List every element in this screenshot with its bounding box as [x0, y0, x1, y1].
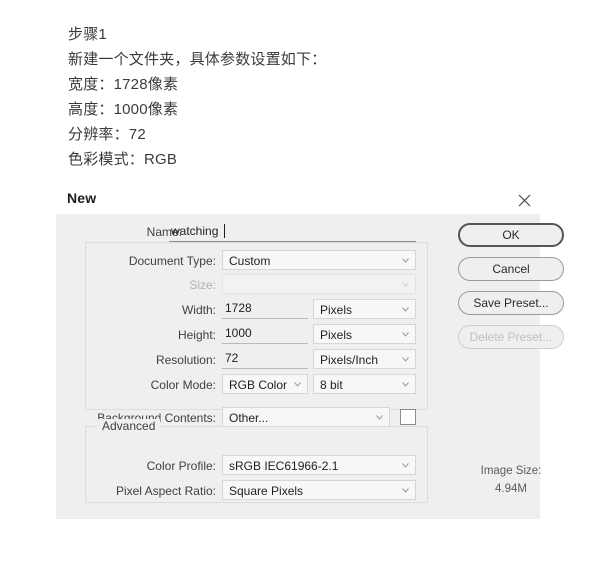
dialog-titlebar: New	[56, 186, 540, 214]
width-value: 1728	[225, 301, 252, 315]
width-label: Width:	[181, 303, 216, 317]
ok-button[interactable]: OK	[458, 223, 564, 247]
pixel-aspect-ratio-select[interactable]: Square Pixels	[222, 480, 416, 500]
chevron-down-icon	[294, 382, 301, 387]
chevron-down-icon	[402, 488, 409, 493]
instruction-line-2: 新建一个文件夹，具体参数设置如下：	[68, 51, 327, 68]
chevron-down-icon	[402, 332, 409, 337]
document-type-select[interactable]: Custom	[222, 250, 416, 270]
color-profile-label: Color Profile:	[146, 459, 216, 473]
resolution-unit-select[interactable]: Pixels/Inch	[313, 349, 416, 369]
background-color-swatch[interactable]	[400, 409, 416, 425]
color-mode-select[interactable]: RGB Color	[222, 374, 308, 394]
chevron-down-icon	[402, 307, 409, 312]
pixel-aspect-ratio-value: Square Pixels	[229, 484, 304, 498]
name-input-value: watching	[171, 224, 219, 238]
image-size-label: Image Size:	[480, 465, 542, 477]
field-row-size: Size:	[56, 274, 416, 295]
document-type-label: Document Type:	[128, 254, 216, 268]
height-unit-value: Pixels	[320, 328, 353, 342]
color-profile-value: sRGB IEC61966-2.1	[229, 459, 339, 473]
image-size-value: 4.94M	[495, 483, 527, 495]
color-mode-value: RGB Color	[229, 378, 288, 392]
close-icon[interactable]	[513, 189, 535, 211]
width-unit-select[interactable]: Pixels	[313, 299, 416, 319]
height-label: Height:	[177, 328, 216, 342]
color-depth-value: 8 bit	[320, 378, 343, 392]
field-row-pixel-aspect-ratio: Pixel Aspect Ratio: Square Pixels	[56, 480, 416, 501]
width-unit-value: Pixels	[320, 303, 353, 317]
height-unit-select[interactable]: Pixels	[313, 324, 416, 344]
chevron-down-icon	[402, 463, 409, 468]
new-document-dialog: New Name: watching Document Type: Custom	[56, 186, 564, 519]
instruction-line-6: 色彩模式：RGB	[68, 151, 178, 168]
chevron-down-icon	[402, 357, 409, 362]
delete-preset-button: Delete Preset...	[458, 325, 564, 349]
background-contents-select[interactable]: Other...	[222, 407, 390, 427]
document-type-value: Custom	[229, 254, 271, 268]
resolution-unit-value: Pixels/Inch	[320, 353, 379, 367]
color-profile-select[interactable]: sRGB IEC61966-2.1	[222, 455, 416, 475]
chevron-down-icon	[402, 258, 409, 263]
height-input[interactable]: 1000	[222, 324, 308, 344]
instruction-text-block: 步骤1 新建一个文件夹，具体参数设置如下： 宽度：1728像素 高度：1000像…	[68, 22, 528, 172]
name-row: Name: watching	[56, 222, 426, 244]
cancel-button[interactable]: Cancel	[458, 257, 564, 281]
instruction-line-5: 分辨率：72	[68, 126, 146, 143]
dialog-title: New	[67, 190, 97, 206]
chevron-down-icon	[402, 282, 409, 287]
dialog-body: Name: watching Document Type: Custom Siz…	[56, 214, 564, 519]
save-preset-button[interactable]: Save Preset...	[458, 291, 564, 315]
text-caret	[224, 224, 225, 238]
chevron-down-icon	[376, 415, 383, 420]
resolution-value: 72	[225, 351, 239, 365]
advanced-group-legend: Advanced	[97, 419, 161, 433]
size-label: Size:	[189, 278, 216, 292]
width-input[interactable]: 1728	[222, 299, 308, 319]
color-mode-label: Color Mode:	[150, 378, 216, 392]
height-value: 1000	[225, 326, 252, 340]
field-row-height: Height: 1000 Pixels	[56, 324, 416, 345]
field-row-resolution: Resolution: 72 Pixels/Inch	[56, 349, 416, 370]
instruction-line-4: 高度：1000像素	[68, 101, 179, 118]
color-depth-select[interactable]: 8 bit	[313, 374, 416, 394]
size-select	[222, 274, 416, 294]
chevron-down-icon	[402, 382, 409, 387]
name-input[interactable]: watching	[169, 222, 416, 242]
field-row-color-profile: Color Profile: sRGB IEC61966-2.1	[56, 455, 416, 476]
background-contents-value: Other...	[229, 411, 269, 425]
field-row-document-type: Document Type: Custom	[56, 250, 416, 271]
field-row-width: Width: 1728 Pixels	[56, 299, 416, 320]
instruction-line-1: 步骤1	[68, 26, 107, 43]
pixel-aspect-ratio-label: Pixel Aspect Ratio:	[115, 484, 216, 498]
resolution-label: Resolution:	[155, 353, 216, 367]
instruction-line-3: 宽度：1728像素	[68, 76, 179, 93]
resolution-input[interactable]: 72	[222, 349, 308, 369]
field-row-color-mode: Color Mode: RGB Color 8 bit	[56, 374, 416, 395]
image-size-readout: Image Size: 4.94M	[458, 462, 564, 498]
